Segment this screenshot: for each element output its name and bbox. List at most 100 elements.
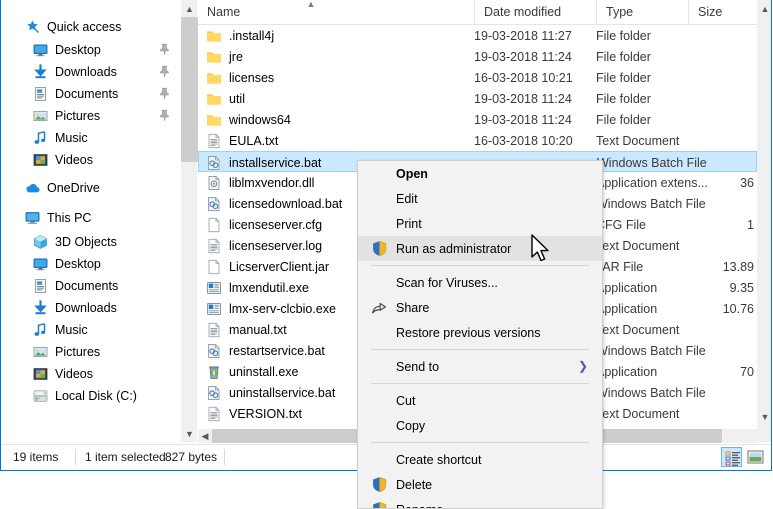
sidebar-item-label: Documents: [55, 86, 119, 101]
table-row[interactable]: jre 19-03-2018 11:24 File folder: [198, 46, 757, 67]
file-name-cell[interactable]: jre: [206, 46, 243, 67]
nav-scroll-up-icon[interactable]: ▲: [181, 0, 198, 17]
menu-item-label: Restore previous versions: [396, 325, 541, 340]
file-name-label: installservice.bat: [229, 155, 322, 170]
file-name-cell[interactable]: manual.txt: [206, 319, 287, 340]
sidebar-item-documents[interactable]: Documents: [2, 83, 180, 105]
file-name-cell[interactable]: liblmxvendor.dll: [206, 172, 314, 193]
table-row[interactable]: windows64 19-03-2018 11:24 File folder: [198, 109, 757, 130]
sidebar-item-pictures[interactable]: Pictures: [2, 341, 180, 363]
sidebar-item-local-disk-c[interactable]: Local Disk (C:): [2, 385, 180, 407]
pin-icon[interactable]: [158, 43, 170, 56]
file-name-cell[interactable]: lmx-serv-clcbio.exe: [206, 298, 336, 319]
file-name-cell[interactable]: uninstallservice.bat: [206, 382, 335, 403]
sidebar-item-documents[interactable]: Documents: [2, 275, 180, 297]
menu-item-share[interactable]: Share: [358, 295, 602, 320]
table-row[interactable]: licenses 16-03-2018 10:21 File folder: [198, 67, 757, 88]
sidebar-item-music[interactable]: Music: [2, 319, 180, 341]
list-scroll-up-icon[interactable]: ▲: [757, 0, 771, 17]
menu-item-label: Open: [396, 166, 428, 181]
file-name-label: licenseserver.log: [229, 238, 323, 253]
list-scroll-left-icon[interactable]: ◀: [198, 429, 212, 443]
menu-item-cut[interactable]: Cut: [358, 388, 602, 413]
music-icon: [32, 322, 49, 338]
sidebar-item-label: Music: [55, 130, 88, 145]
menu-item-copy[interactable]: Copy: [358, 413, 602, 438]
details-view-button[interactable]: [721, 447, 742, 467]
sidebar-item-label: Pictures: [55, 108, 101, 123]
pin-icon[interactable]: [158, 109, 170, 122]
file-name-cell[interactable]: EULA.txt: [206, 130, 278, 151]
sidebar-item-desktop[interactable]: Desktop: [2, 39, 180, 61]
menu-item-label: Run as administrator: [396, 241, 512, 256]
videos-icon: [32, 366, 49, 382]
sidebar-item-3d-objects[interactable]: 3D Objects: [2, 231, 180, 253]
file-name-label: lmxendutil.exe: [229, 280, 309, 295]
menu-item-run-as-administrator[interactable]: Run as administrator: [358, 236, 602, 261]
large-icons-view-button[interactable]: [745, 447, 766, 467]
sidebar-item-pictures[interactable]: Pictures: [2, 105, 180, 127]
file-name-cell[interactable]: VERSION.txt: [206, 403, 302, 424]
file-name-cell[interactable]: licenseserver.cfg: [206, 214, 322, 235]
context-menu[interactable]: Open Edit Print Run as administrator Scan fo…: [357, 160, 603, 509]
shield-icon: [371, 476, 388, 493]
file-name-cell[interactable]: licenseserver.log: [206, 235, 322, 256]
file-name-cell[interactable]: licensedownload.bat: [206, 193, 342, 214]
pin-icon[interactable]: [158, 87, 170, 100]
column-header-name[interactable]: Name ▲: [198, 0, 474, 24]
menu-item-rename[interactable]: Rename: [358, 497, 602, 508]
desktop-icon: [32, 42, 49, 58]
sidebar-item-onedrive[interactable]: OneDrive: [2, 177, 180, 199]
file-name-cell[interactable]: windows64: [206, 109, 291, 130]
file-name-cell[interactable]: installservice.bat: [206, 152, 321, 173]
sidebar-item-downloads[interactable]: Downloads: [2, 61, 180, 83]
file-list-vertical-scrollbar[interactable]: ▲ ▼: [757, 0, 771, 442]
file-name-cell[interactable]: restartservice.bat: [206, 340, 325, 361]
file-name-cell[interactable]: lmxendutil.exe: [206, 277, 309, 298]
sidebar-item-videos[interactable]: Videos: [2, 149, 180, 171]
menu-item-restore-previous-versions[interactable]: Restore previous versions: [358, 320, 602, 345]
sidebar-item-label: Desktop: [55, 42, 101, 57]
pictures-icon: [32, 108, 49, 124]
menu-separator: [371, 349, 589, 350]
table-row[interactable]: EULA.txt 16-03-2018 10:20 Text Document: [198, 130, 757, 151]
file-type-cell: File folder: [596, 112, 651, 127]
file-date-cell: 19-03-2018 11:24: [474, 49, 572, 64]
pin-icon[interactable]: [158, 65, 170, 78]
menu-item-delete[interactable]: Delete: [358, 472, 602, 497]
column-header-date-modified[interactable]: Date modified: [474, 0, 596, 24]
sidebar-item-this-pc[interactable]: This PC: [2, 207, 180, 229]
sidebar-item-quick-access[interactable]: Quick access: [2, 16, 180, 38]
sidebar-item-label: Music: [55, 322, 88, 337]
file-name-cell[interactable]: .install4j: [206, 25, 274, 46]
file-name-cell[interactable]: util: [206, 88, 245, 109]
column-header-type[interactable]: Type: [596, 0, 688, 24]
file-name-cell[interactable]: LicserverClient.jar: [206, 256, 329, 277]
sidebar-item-music[interactable]: Music: [2, 127, 180, 149]
column-header-size[interactable]: Size: [688, 0, 757, 24]
menu-item-print[interactable]: Print: [358, 211, 602, 236]
nav-scroll-thumb[interactable]: [181, 17, 198, 162]
menu-item-scan-for-viruses[interactable]: Scan for Viruses...: [358, 270, 602, 295]
file-name-cell[interactable]: uninstall.exe: [206, 361, 299, 382]
column-header-row: Name ▲ Date modified Type Size: [198, 0, 757, 25]
sidebar-item-label: Downloads: [55, 300, 117, 315]
menu-item-edit[interactable]: Edit: [358, 186, 602, 211]
file-size-cell: [688, 25, 754, 46]
sidebar-item-videos[interactable]: Videos: [2, 363, 180, 385]
sidebar-item-desktop[interactable]: Desktop: [2, 253, 180, 275]
navigation-pane-scrollbar[interactable]: ▲ ▼: [180, 0, 198, 442]
table-row[interactable]: util 19-03-2018 11:24 File folder: [198, 88, 757, 109]
sidebar-item-downloads[interactable]: Downloads: [2, 297, 180, 319]
file-name-cell[interactable]: licenses: [206, 67, 274, 88]
nav-scroll-down-icon[interactable]: ▼: [181, 425, 198, 442]
menu-item-send-to[interactable]: Send to ❯: [358, 354, 602, 379]
list-scroll-down-icon[interactable]: ▼: [757, 408, 771, 425]
sidebar-item-label: Documents: [55, 278, 119, 293]
navigation-pane[interactable]: Quick access Desktop Downloads Documents Pic…: [2, 0, 180, 442]
menu-separator: [371, 265, 589, 266]
table-row[interactable]: .install4j 19-03-2018 11:27 File folder: [198, 25, 757, 46]
menu-item-create-shortcut[interactable]: Create shortcut: [358, 447, 602, 472]
file-name-label: VERSION.txt: [229, 406, 302, 421]
menu-item-open[interactable]: Open: [358, 161, 602, 186]
